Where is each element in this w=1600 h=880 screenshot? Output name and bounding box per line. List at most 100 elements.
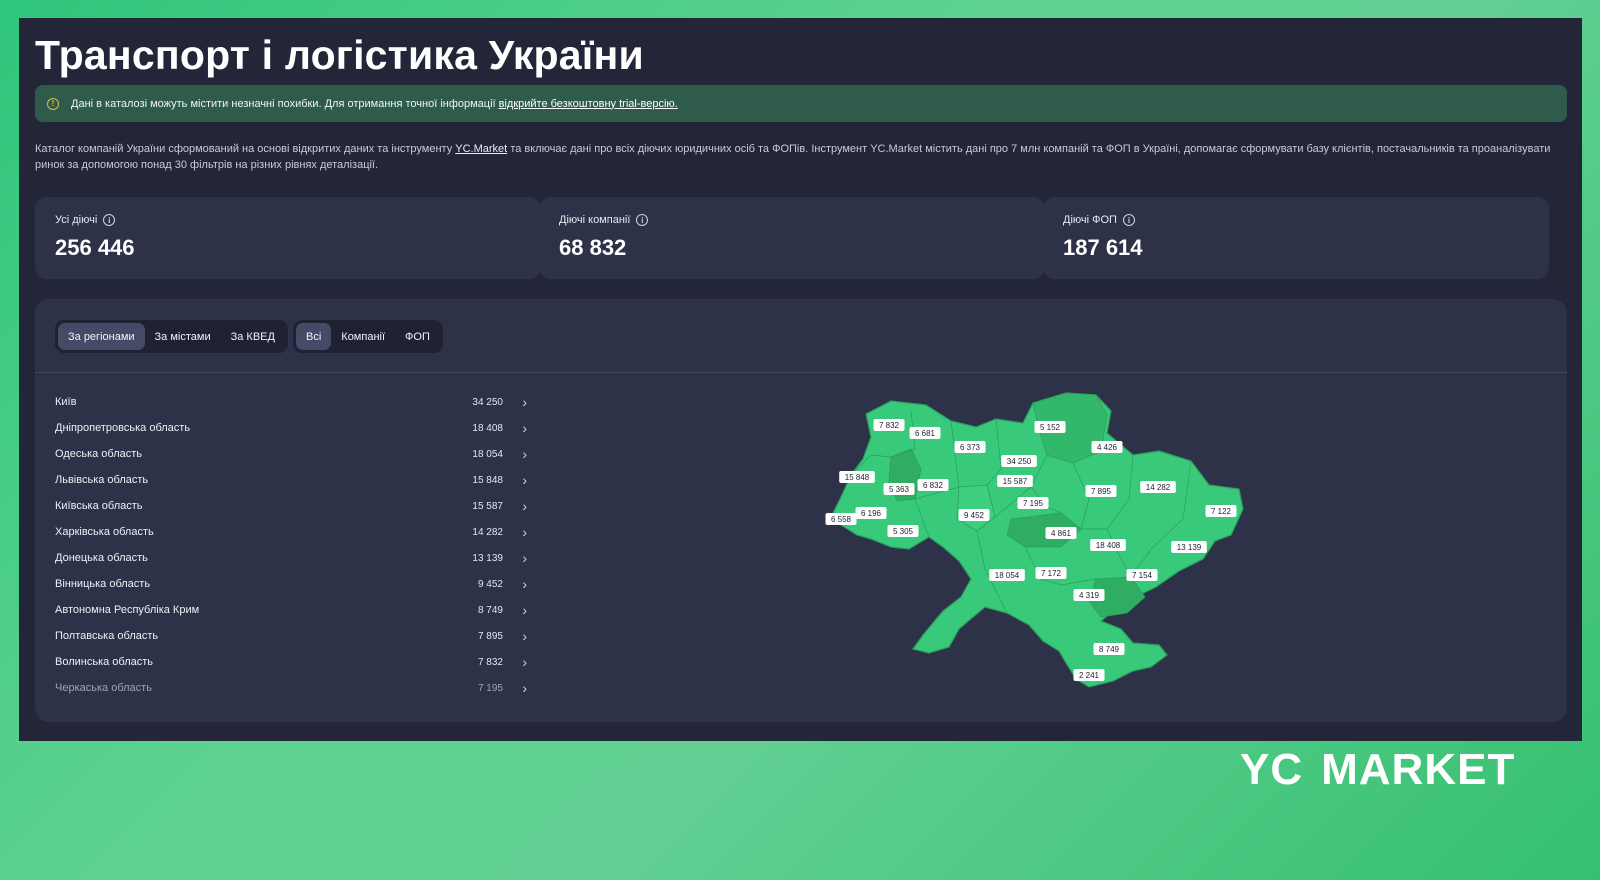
filter-fop[interactable]: ФОП <box>395 323 440 350</box>
svg-text:2 241: 2 241 <box>1079 671 1100 680</box>
region-count: 18 054 <box>472 448 503 460</box>
stat-label: Усі діючі <box>55 214 98 226</box>
map-value-label: 5 363 <box>883 483 915 495</box>
filter-all[interactable]: Всі <box>296 323 332 350</box>
chevron-right-icon: › <box>522 446 527 462</box>
info-icon[interactable]: i <box>1122 214 1135 226</box>
map-value-label: 5 152 <box>1034 421 1066 433</box>
map-value-label: 15 587 <box>997 475 1033 487</box>
region-row[interactable]: Одеська область 18 054 › <box>55 441 527 467</box>
stat-value: 68 832 <box>559 235 627 260</box>
svg-text:5 305: 5 305 <box>893 527 914 536</box>
page-title: Транспорт і логістика України <box>35 32 644 78</box>
description-text-before: Каталог компаній України сформований на … <box>35 143 453 155</box>
tab-by-kved[interactable]: За КВЕД <box>221 323 285 350</box>
svg-text:7 195: 7 195 <box>1023 499 1044 508</box>
region-row[interactable]: Автономна Республіка Крим 8 749 › <box>55 597 527 623</box>
svg-text:5 363: 5 363 <box>889 485 910 494</box>
yc-market-link[interactable]: YC.Market <box>455 143 507 155</box>
region-row[interactable]: Черкаська область 7 195 › <box>55 675 527 701</box>
region-count: 8 749 <box>477 604 503 616</box>
region-count: 13 139 <box>472 552 503 564</box>
svg-text:18 054: 18 054 <box>995 571 1020 580</box>
region-row[interactable]: Київ 34 250 › <box>55 389 527 415</box>
grouping-tabs: За регіонами За містами За КВЕД <box>55 320 288 353</box>
app-window: Транспорт і логістика України ! Дані в к… <box>19 18 1582 741</box>
region-row[interactable]: Донецька область 13 139 › <box>55 545 527 571</box>
info-icon[interactable]: i <box>103 214 116 226</box>
stat-label: Діючі ФОП <box>1063 214 1117 226</box>
map-value-label: 7 832 <box>873 419 905 431</box>
map-value-label: 6 196 <box>855 507 887 519</box>
svg-text:6 681: 6 681 <box>915 429 936 438</box>
region-row[interactable]: Київська область 15 587 › <box>55 493 527 519</box>
stat-card-companies: Діючі компанії i 68 832 <box>539 197 1045 279</box>
chevron-right-icon: › <box>522 498 527 514</box>
svg-text:34 250: 34 250 <box>1007 457 1032 466</box>
map-value-label: 5 305 <box>887 525 919 537</box>
region-name: Черкаська область <box>55 682 152 694</box>
filter-companies[interactable]: Компанії <box>331 323 395 350</box>
chevron-right-icon: › <box>522 394 527 410</box>
chevron-right-icon: › <box>522 576 527 592</box>
region-row[interactable]: Харківська область 14 282 › <box>55 519 527 545</box>
stat-card-all: Усі діючі i 256 446 <box>35 197 541 279</box>
svg-text:13 139: 13 139 <box>1177 543 1202 552</box>
tab-by-cities[interactable]: За містами <box>145 323 221 350</box>
chevron-right-icon: › <box>522 420 527 436</box>
region-name: Волинська область <box>55 656 154 668</box>
region-count: 18 408 <box>472 422 503 434</box>
map-value-label: 7 195 <box>1017 497 1049 509</box>
region-count: 15 587 <box>472 500 503 512</box>
svg-text:7 122: 7 122 <box>1211 507 1232 516</box>
region-name: Дніпропетровська область <box>55 422 191 434</box>
svg-text:15 848: 15 848 <box>845 473 870 482</box>
svg-text:7 832: 7 832 <box>879 421 900 430</box>
svg-text:18 408: 18 408 <box>1096 541 1121 550</box>
map-value-label: 7 895 <box>1085 485 1117 497</box>
svg-text:4 426: 4 426 <box>1097 443 1118 452</box>
svg-text:4 319: 4 319 <box>1079 591 1100 600</box>
map-value-label: 7 122 <box>1205 505 1237 517</box>
region-row[interactable]: Полтавська область 7 895 › <box>55 623 527 649</box>
info-icon[interactable]: i <box>636 214 649 226</box>
svg-text:6 373: 6 373 <box>960 443 981 452</box>
entity-filter: Всі Компанії ФОП <box>293 320 443 353</box>
region-row[interactable]: Волинська область 7 832 › <box>55 649 527 675</box>
regions-panel: За регіонами За містами За КВЕД Всі Комп… <box>35 299 1567 722</box>
region-row[interactable]: Вінницька область 9 452 › <box>55 571 527 597</box>
svg-text:4 861: 4 861 <box>1051 529 1072 538</box>
logo-text: MARKET <box>1321 745 1516 794</box>
map-value-label: 34 250 <box>1001 455 1037 467</box>
svg-text:5 152: 5 152 <box>1040 423 1061 432</box>
chevron-right-icon: › <box>522 602 527 618</box>
region-count: 7 195 <box>477 682 503 694</box>
ukraine-map[interactable]: 7 832 6 681 6 373 5 152 4 426 34 250 15 587 15 … <box>811 389 1261 699</box>
map-value-label: 4 861 <box>1045 527 1077 539</box>
tab-by-regions[interactable]: За регіонами <box>58 323 145 350</box>
region-name: Київська область <box>55 500 143 512</box>
trial-link[interactable]: відкрийте безкоштовну trial-версію. <box>499 98 678 110</box>
chevron-right-icon: › <box>522 472 527 488</box>
region-count: 15 848 <box>472 474 503 486</box>
svg-text:7 172: 7 172 <box>1041 569 1062 578</box>
region-row[interactable]: Дніпропетровська область 18 408 › <box>55 415 527 441</box>
region-name: Харківська область <box>55 526 154 538</box>
map-value-label: 18 054 <box>989 569 1025 581</box>
svg-text:9 452: 9 452 <box>964 511 985 520</box>
region-name: Київ <box>55 396 77 408</box>
stat-label: Діючі компанії <box>559 214 631 226</box>
region-list: Київ 34 250 › Дніпропетровська область 18 4… <box>55 389 527 701</box>
map-value-label: 2 241 <box>1073 669 1105 681</box>
notice-text: Дані в каталозі можуть містити незначні … <box>71 97 496 110</box>
chevron-right-icon: › <box>522 680 527 696</box>
catalog-description: Каталог компаній України сформований на … <box>35 141 1565 173</box>
region-row[interactable]: Львівська область 15 848 › <box>55 467 527 493</box>
chevron-right-icon: › <box>522 628 527 644</box>
map-value-label: 18 408 <box>1090 539 1126 551</box>
logo-mark: YC <box>1240 745 1304 794</box>
region-name: Одеська область <box>55 448 143 460</box>
yc-market-logo: YC MARKET <box>1240 745 1515 795</box>
svg-text:6 558: 6 558 <box>831 515 852 524</box>
svg-text:6 196: 6 196 <box>861 509 882 518</box>
